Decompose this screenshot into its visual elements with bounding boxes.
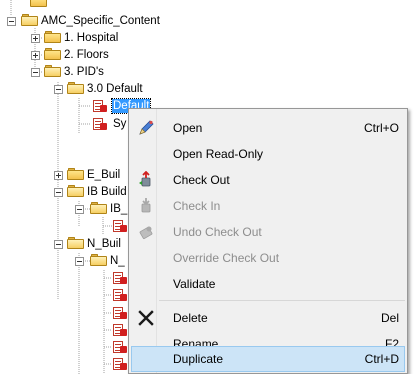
- open-folder-icon: [90, 201, 108, 215]
- open-folder-icon: [67, 81, 85, 95]
- menu-item-label: Undo Check Out: [173, 225, 262, 239]
- folder-icon: [44, 30, 62, 44]
- menu-item-delete[interactable]: Delete Del: [131, 305, 405, 331]
- document-icon[interactable]: [112, 357, 128, 371]
- tree-node-hospital[interactable]: 1. Hospital: [63, 31, 119, 45]
- expand-expander[interactable]: [31, 34, 40, 43]
- collapse-expander[interactable]: [54, 85, 63, 94]
- menu-item-label: Duplicate: [173, 352, 224, 366]
- menu-item-label: Open: [173, 121, 203, 135]
- menu-item-label: Open Read-Only: [173, 147, 264, 161]
- tree-node-sy-item[interactable]: Sy: [112, 117, 127, 131]
- collapse-expander[interactable]: [75, 205, 84, 214]
- folder-icon: [67, 167, 85, 181]
- menu-item-check-in[interactable]: Check In: [131, 193, 405, 219]
- menu-item-open[interactable]: Open Ctrl+O: [131, 115, 405, 141]
- open-folder-icon: [44, 64, 62, 78]
- document-icon: [92, 117, 108, 131]
- tree-node-e-buil[interactable]: E_Buil: [86, 168, 121, 182]
- menu-separator: [159, 300, 405, 301]
- collapse-expander[interactable]: [7, 17, 16, 26]
- menu-item-duplicate[interactable]: Duplicate Ctrl+D: [131, 346, 405, 372]
- open-folder-icon: [21, 13, 39, 27]
- tree-node-n-sub[interactable]: N_: [109, 254, 126, 268]
- collapse-expander[interactable]: [54, 240, 63, 249]
- menu-item-validate[interactable]: Validate: [131, 271, 405, 297]
- document-icon[interactable]: [112, 288, 128, 302]
- delete-x-icon: [138, 310, 154, 326]
- menu-item-label: Check Out: [173, 173, 230, 187]
- menu-item-label: Check In: [173, 199, 221, 213]
- open-folder-icon: [67, 236, 85, 250]
- menu-item-label: Validate: [173, 277, 216, 291]
- open-folder-icon: [90, 253, 108, 267]
- menu-item-label: Override Check Out: [173, 251, 280, 265]
- menu-item-undo-check-out[interactable]: Undo Check Out: [131, 219, 405, 245]
- undo-check-out-icon: [139, 226, 153, 239]
- open-folder-icon: [67, 184, 85, 198]
- menu-item-shortcut: Del: [380, 311, 399, 325]
- menu-item-open-read-only[interactable]: Open Read-Only: [131, 141, 405, 167]
- folder-icon: [44, 47, 62, 61]
- document-icon[interactable]: [112, 340, 128, 354]
- collapse-expander[interactable]: [54, 188, 63, 197]
- collapse-expander[interactable]: [75, 257, 84, 266]
- check-in-icon: [141, 198, 151, 213]
- tree-node-pids[interactable]: 3. PID's: [63, 65, 105, 79]
- tree-node-default-folder[interactable]: 3.0 Default: [86, 82, 144, 96]
- tree-node-ib-sub[interactable]: IB_: [109, 202, 128, 216]
- collapse-expander[interactable]: [31, 68, 40, 77]
- document-icon: [92, 99, 108, 113]
- tree-node-n-buil[interactable]: N_Buil: [86, 237, 122, 251]
- menu-item-shortcut: Ctrl+O: [363, 121, 399, 135]
- tree-node-floors[interactable]: 2. Floors: [63, 48, 110, 62]
- document-icon[interactable]: [112, 323, 128, 337]
- expand-expander[interactable]: [31, 51, 40, 60]
- document-icon[interactable]: [112, 306, 128, 320]
- menu-item-label: Delete: [173, 311, 208, 325]
- document-icon: [112, 219, 128, 233]
- tree-root-label[interactable]: AMC_Specific_Content: [40, 14, 161, 28]
- tree-node-ib-build[interactable]: IB Build: [86, 185, 128, 199]
- menu-item-check-out[interactable]: Check Out: [131, 167, 405, 193]
- menu-item-override-check-out[interactable]: Override Check Out: [131, 245, 405, 271]
- expand-expander[interactable]: [54, 171, 63, 180]
- document-icon[interactable]: [112, 271, 128, 285]
- check-out-icon: [139, 171, 151, 187]
- folder-icon: [30, 0, 48, 8]
- pencil-edit-icon: [139, 120, 154, 135]
- context-menu: Open Ctrl+O Open Read-Only Check Out Che…: [128, 108, 408, 374]
- menu-item-shortcut: Ctrl+D: [364, 352, 399, 366]
